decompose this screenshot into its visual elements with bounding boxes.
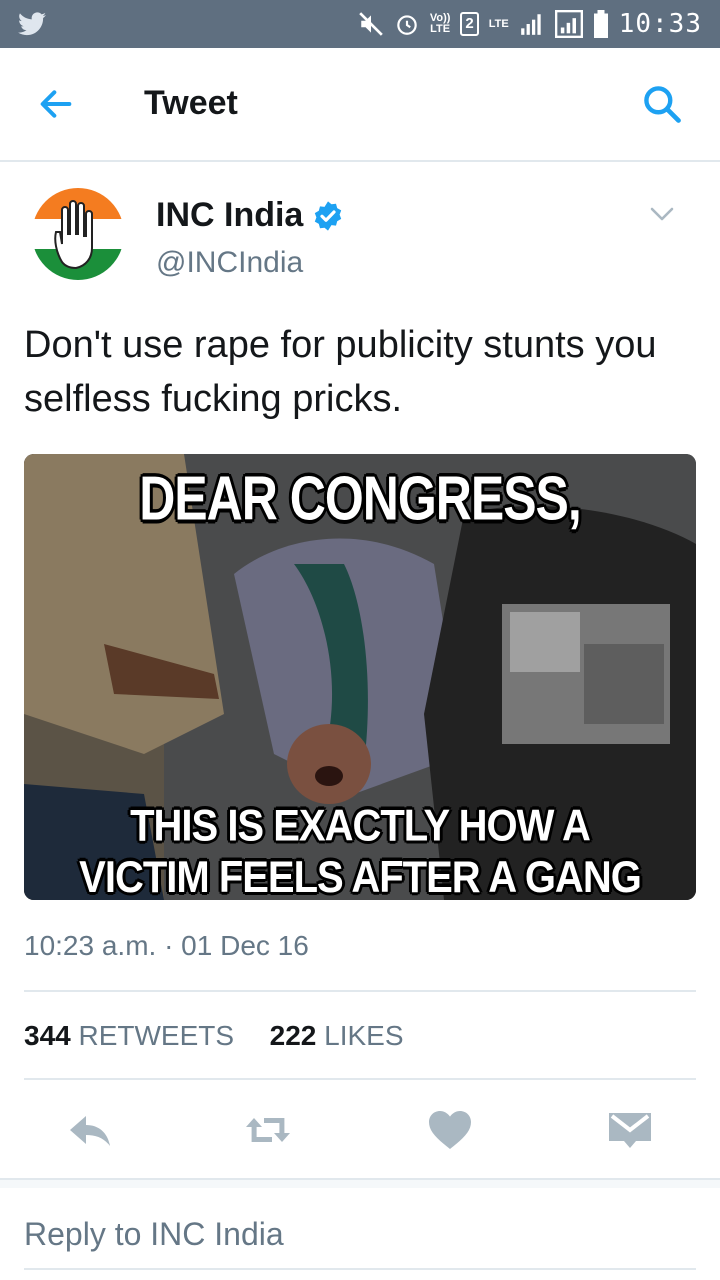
reply-separator	[0, 1178, 720, 1188]
action-bar	[0, 1100, 720, 1160]
congress-hand-logo	[32, 188, 124, 280]
sim-slot-badge: 2	[460, 12, 479, 36]
chevron-down-icon[interactable]	[648, 204, 676, 224]
mute-icon	[359, 12, 383, 36]
tweet-timestamp[interactable]: 10:23 a.m. · 01 Dec 16	[24, 930, 309, 962]
avatar[interactable]	[32, 188, 124, 280]
retweets-label: RETWEETS	[78, 1020, 235, 1051]
author-handle[interactable]: @INCIndia	[156, 246, 303, 280]
tweet-media-image[interactable]: DEAR CONGRESS, THIS IS EXACTLY HOW A VIC…	[24, 454, 696, 900]
like-icon[interactable]	[426, 1106, 474, 1154]
network-type: LTE	[488, 17, 509, 30]
author-name[interactable]: INC India	[156, 196, 303, 235]
likes-count: 222	[269, 1020, 317, 1051]
verified-badge-icon	[314, 201, 342, 231]
meme-caption-top: DEAR CONGRESS,	[139, 463, 582, 534]
divider	[24, 1078, 696, 1080]
reply-placeholder: Reply to INC India	[24, 1216, 284, 1252]
retweet-icon[interactable]	[244, 1106, 292, 1154]
signal-sim2-icon	[554, 10, 583, 38]
signal-icon	[520, 14, 541, 35]
meme-caption-line-2: VICTIM FEELS AFTER A GANG RAPE	[79, 852, 642, 900]
meme-caption-bottom: THIS IS EXACTLY HOW A VICTIM FEELS AFTER…	[24, 800, 696, 900]
likes-label: LIKES	[324, 1020, 404, 1051]
page-title: Tweet	[144, 84, 238, 122]
retweets-stat[interactable]: 344 RETWEETS	[24, 1020, 234, 1051]
battery-icon	[593, 10, 608, 38]
volte-indicator: Vo)) LTE	[429, 12, 451, 35]
retweets-count: 344	[24, 1020, 71, 1051]
status-time: 10:33	[618, 9, 702, 39]
reply-input[interactable]: Reply to INC India	[24, 1212, 696, 1270]
status-icons: Vo)) LTE 2 LTE 10:33	[358, 0, 702, 48]
search-icon[interactable]	[640, 82, 684, 126]
divider	[24, 990, 696, 992]
direct-message-icon[interactable]	[606, 1106, 654, 1154]
tweet-stats: 344 RETWEETS 222 LIKES	[24, 1020, 404, 1052]
likes-stat[interactable]: 222 LIKES	[270, 1020, 404, 1051]
tweet-text: Don't use rape for publicity stunts you …	[24, 324, 657, 420]
alarm-icon	[397, 15, 417, 35]
twitter-bird-icon	[18, 12, 46, 36]
meme-caption-line-1: THIS IS EXACTLY HOW A	[130, 801, 591, 851]
arrow-left-icon[interactable]	[34, 84, 78, 124]
app-bar: Tweet	[0, 48, 720, 162]
status-bar: Vo)) LTE 2 LTE 10:33	[0, 0, 720, 48]
reply-icon[interactable]	[66, 1106, 114, 1154]
